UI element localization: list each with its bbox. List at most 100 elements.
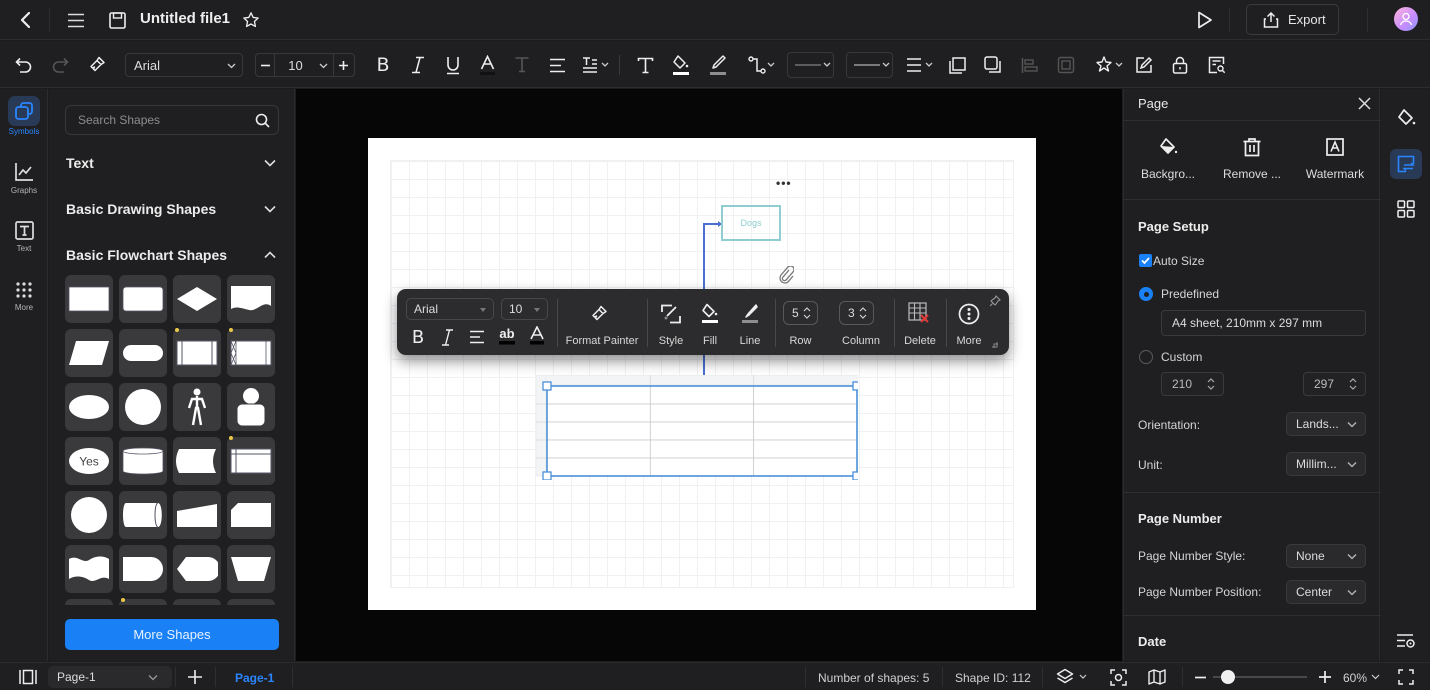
shape-direct-access-storage[interactable]	[119, 491, 167, 539]
shape-connector[interactable]	[65, 491, 113, 539]
auto-size-checkbox[interactable]	[1139, 254, 1152, 267]
align-objects-button[interactable]	[1018, 54, 1040, 76]
find-button[interactable]	[1206, 54, 1228, 76]
predefined-size-field[interactable]: A4 sheet, 210mm x 297 mm	[1161, 310, 1366, 336]
menu-button[interactable]	[65, 9, 87, 31]
add-page-button[interactable]	[185, 668, 205, 686]
float-line-button[interactable]	[739, 301, 761, 327]
present-button[interactable]	[1194, 9, 1216, 31]
table-cell[interactable]	[546, 439, 651, 459]
bold-button[interactable]: B	[372, 54, 394, 76]
save-button[interactable]	[106, 9, 128, 31]
rail-item-text[interactable]: Text	[4, 221, 44, 277]
rail-item-symbols[interactable]: Symbols	[4, 96, 44, 152]
resize-handle[interactable]	[542, 381, 552, 391]
edit-button[interactable]	[1133, 54, 1155, 76]
column-stepper[interactable]: 3	[839, 301, 874, 325]
table-cell[interactable]	[649, 457, 755, 477]
table-cell[interactable]	[546, 385, 651, 405]
table-cell[interactable]	[753, 421, 858, 441]
category-text[interactable]: Text	[66, 155, 276, 171]
font-color-button[interactable]	[476, 53, 498, 77]
fill-color-button[interactable]	[670, 53, 692, 77]
shape-partial[interactable]	[227, 599, 275, 605]
rail-apps-button[interactable]	[1394, 197, 1418, 221]
category-basic-drawing[interactable]: Basic Drawing Shapes	[66, 201, 276, 217]
shape-partial[interactable]	[119, 598, 167, 605]
chevron-down-icon[interactable]	[319, 61, 328, 70]
page-panel-toggle[interactable]	[18, 668, 38, 686]
shape-data[interactable]	[65, 329, 113, 377]
send-back-button[interactable]	[982, 54, 1004, 76]
resize-corner-icon[interactable]	[991, 341, 999, 349]
float-align-button[interactable]	[467, 327, 487, 347]
float-format-painter-button[interactable]	[588, 303, 610, 325]
canvas[interactable]: Dogs ••• Arial 10 B ab Format Painter St…	[296, 89, 1122, 661]
file-title[interactable]: Untitled file1	[140, 10, 230, 27]
fullscreen-button[interactable]	[1396, 668, 1416, 686]
stepper-arrows-icon[interactable]	[803, 306, 811, 320]
decrease-font-button[interactable]	[256, 54, 276, 76]
resize-handle[interactable]	[852, 381, 858, 391]
rail-style-button[interactable]	[1394, 106, 1418, 130]
rail-settings-button[interactable]	[1394, 629, 1418, 653]
shape-delay[interactable]	[119, 545, 167, 593]
text-tool-button[interactable]	[634, 54, 656, 76]
zoom-out-button[interactable]	[1193, 668, 1207, 686]
avatar[interactable]	[1394, 7, 1418, 31]
float-italic-button[interactable]	[438, 327, 456, 347]
focus-button[interactable]	[1108, 668, 1128, 686]
favorite-button[interactable]	[240, 9, 262, 31]
increase-font-button[interactable]	[332, 54, 354, 76]
table-cell[interactable]	[649, 421, 755, 441]
export-button[interactable]: Export	[1246, 4, 1339, 35]
float-bold-button[interactable]: B	[409, 327, 427, 348]
arrow-style-dropdown[interactable]	[906, 54, 936, 76]
table-cell[interactable]	[753, 403, 858, 423]
float-size-select[interactable]: 10	[501, 298, 548, 320]
shape-actor[interactable]	[173, 383, 221, 431]
rail-item-more[interactable]: More	[4, 281, 44, 337]
shape-internal-storage[interactable]	[227, 436, 275, 485]
paperclip-icon[interactable]	[778, 266, 794, 284]
shape-card[interactable]	[227, 491, 275, 539]
table-cell[interactable]	[546, 403, 651, 423]
shape-display[interactable]	[173, 545, 221, 593]
page-tab-active[interactable]: Page-1	[235, 671, 274, 685]
underline-button[interactable]	[442, 54, 464, 76]
column-header-strip[interactable]	[536, 375, 858, 386]
line-width-select[interactable]	[846, 52, 893, 78]
table-cell[interactable]	[649, 403, 755, 423]
page-number-position-select[interactable]: Center	[1286, 580, 1366, 604]
group-button[interactable]	[1055, 54, 1077, 76]
shape-user[interactable]	[227, 383, 275, 431]
stepper-arrows-icon[interactable]	[859, 306, 867, 320]
zoom-in-button[interactable]	[1318, 668, 1332, 686]
undo-button[interactable]	[13, 54, 35, 76]
orientation-select[interactable]: Lands...	[1286, 412, 1366, 436]
table-cell[interactable]	[546, 421, 651, 441]
dogs-shape[interactable]: Dogs	[721, 205, 781, 241]
magic-dropdown[interactable]	[1095, 54, 1125, 76]
stepper-arrows-icon[interactable]	[1207, 377, 1215, 391]
font-size-value[interactable]: 10	[288, 58, 319, 73]
chevron-down-icon[interactable]	[1371, 674, 1380, 680]
zoom-level[interactable]: 60%	[1343, 671, 1367, 685]
table-cell[interactable]	[546, 457, 651, 477]
bring-front-button[interactable]	[946, 54, 968, 76]
rail-page-settings-button[interactable]	[1390, 149, 1422, 179]
table-cell[interactable]	[649, 385, 755, 405]
lock-button[interactable]	[1169, 54, 1191, 76]
predefined-radio[interactable]	[1139, 287, 1153, 301]
close-icon[interactable]	[1358, 97, 1371, 110]
zoom-slider-thumb[interactable]	[1220, 670, 1235, 684]
background-button[interactable]: Backgro...	[1128, 137, 1208, 181]
page-sheet[interactable]: Dogs ••• Arial 10 B ab Format Painter St…	[368, 138, 1036, 610]
resize-handle[interactable]	[542, 471, 552, 480]
custom-radio[interactable]	[1139, 350, 1153, 364]
table-shape[interactable]	[536, 375, 858, 480]
float-fill-button[interactable]	[699, 301, 721, 327]
stepper-arrows-icon[interactable]	[1349, 377, 1357, 391]
float-more-button[interactable]	[956, 301, 982, 327]
table-grid[interactable]	[536, 375, 858, 480]
